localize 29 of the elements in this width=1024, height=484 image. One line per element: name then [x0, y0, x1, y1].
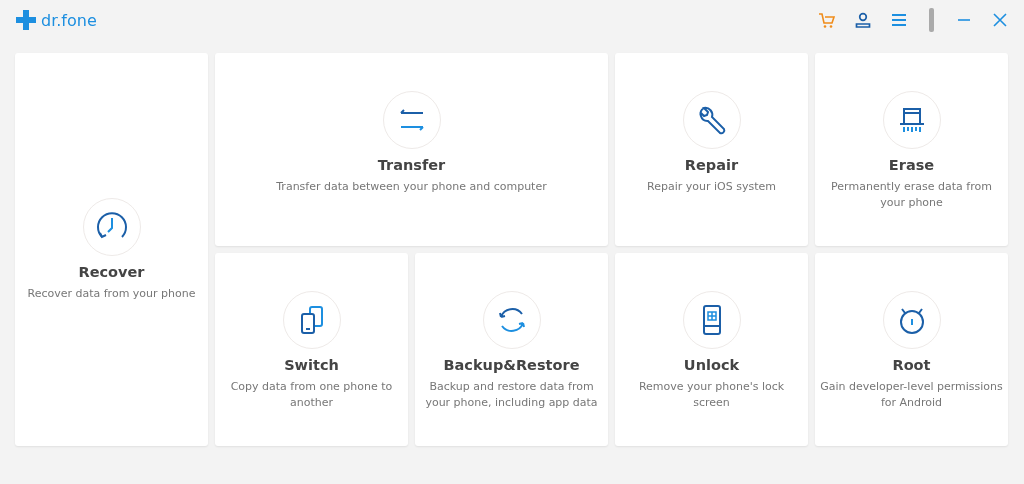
card-title: Backup&Restore — [443, 357, 580, 373]
card-title: Switch — [284, 357, 339, 373]
feature-card[interactable]: Transfer Transfer data between your phone and computer — [215, 53, 608, 246]
feature-card[interactable]: Switch Copy data from one phone to another — [215, 253, 408, 446]
card-description: Copy data from one phone to another — [229, 379, 394, 411]
card-title: Root — [892, 357, 931, 373]
feature-card[interactable]: Unlock Remove your phone's lock screen — [615, 253, 808, 446]
feature-card[interactable]: Erase Permanently erase data from your phone — [815, 53, 1008, 246]
app-name: dr.fone — [41, 10, 97, 30]
feature-card[interactable]: Recover Recover data from your phone — [15, 53, 208, 446]
feature-card[interactable]: Repair Repair your iOS system — [615, 53, 808, 246]
card-description: Recover data from your phone — [26, 285, 197, 302]
cart-icon[interactable] — [817, 10, 837, 30]
feature-card[interactable]: Root Gain developer-level permissions for Android — [815, 253, 1008, 446]
card-title: Erase — [888, 157, 935, 173]
card-title: Unlock — [683, 357, 740, 373]
toolbar-divider — [929, 8, 934, 32]
card-description: Transfer data between your phone and computer — [275, 179, 548, 195]
card-description: Permanently erase data from your phone — [830, 179, 993, 211]
logo-icon — [16, 10, 36, 30]
feature-card[interactable]: Backup&Restore Backup and restore data from your phone, including app data — [415, 253, 608, 446]
card-description: Gain developer-level permissions for Android — [819, 379, 1004, 411]
card-description: Backup and restore data from your phone, including app data — [424, 379, 599, 411]
user-icon[interactable] — [853, 10, 873, 30]
card-description: Remove your phone's lock screen — [637, 379, 786, 411]
card-title: Recover — [78, 263, 145, 280]
card-title: Repair — [684, 157, 739, 173]
card-description: Repair your iOS system — [646, 179, 777, 195]
card-title: Transfer — [377, 157, 446, 173]
